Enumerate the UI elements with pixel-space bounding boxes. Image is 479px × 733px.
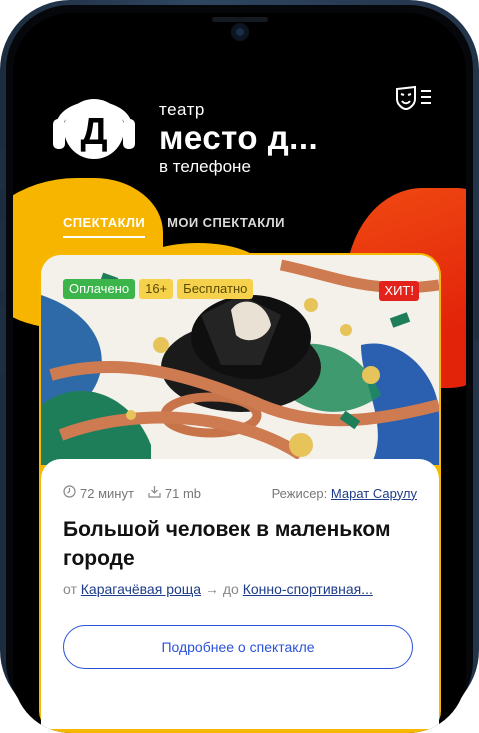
masks-menu-icon [396, 85, 431, 111]
director-label: Режисер: [271, 485, 328, 501]
tab-performances[interactable]: СПЕКТАКЛИ [63, 215, 146, 238]
badge-paid: Оплачено [63, 279, 136, 299]
director-link[interactable]: Марат Сарулу [331, 486, 417, 501]
app-title: театр место д... в телефоне [159, 101, 318, 177]
title-sub: в телефоне [159, 157, 251, 176]
logo-letter: Д [80, 111, 107, 153]
performance-card[interactable]: Оплачено 16+ Бесплатно ХИТ! 72 минут 71 … [39, 253, 441, 733]
side-button [0, 222, 5, 292]
card-meta: 72 минут 71 mb Режисер: Марат Сарулу [63, 485, 417, 501]
theatre-logo: Д [49, 77, 139, 167]
menu-button[interactable] [395, 83, 435, 113]
side-button [0, 305, 5, 375]
title-main: место д... [159, 119, 319, 156]
route-from-label: от [63, 581, 77, 597]
phone-screen: Д театр место д... в телефоне СПЕКТАКЛИ … [13, 13, 466, 733]
file-size: 71 mb [148, 485, 201, 501]
route-to-link[interactable]: Конно-спортивная... [243, 581, 373, 597]
route-arrow: → [204, 581, 219, 597]
clock-icon [63, 485, 76, 501]
route-from-link[interactable]: Карагачёвая роща [81, 581, 201, 597]
tab-my-performances[interactable]: МОИ СПЕКТАКЛИ [167, 215, 285, 238]
duration-value: 72 минут [80, 485, 134, 501]
poster-illustration: Оплачено 16+ Бесплатно ХИТ! [41, 255, 439, 465]
speaker [211, 17, 268, 22]
side-button [0, 150, 5, 190]
duration: 72 минут [63, 485, 134, 501]
route: от Карагачёвая роща → до Конно-спортивна… [63, 581, 423, 597]
status-badges: Оплачено 16+ Бесплатно [63, 279, 254, 299]
side-button [474, 240, 479, 340]
performance-title: Большой человек в маленьком городе [63, 518, 391, 570]
tab-bar: СПЕКТАКЛИ МОИ СПЕКТАКЛИ [63, 215, 285, 238]
file-size-value: 71 mb [164, 485, 202, 501]
director: Режисер: Марат Сарулу [272, 486, 417, 501]
card-info: 72 минут 71 mb Режисер: Марат Сарулу Бол… [41, 459, 439, 729]
download-icon [148, 485, 161, 501]
badge-hit: ХИТ! [379, 281, 419, 301]
badge-free: Бесплатно [177, 279, 254, 299]
details-button[interactable]: Подробнее о спектакле [63, 625, 413, 669]
badge-age: 16+ [139, 279, 174, 299]
front-camera [230, 23, 249, 41]
route-to-label: до [222, 581, 239, 597]
title-top: театр [159, 100, 205, 119]
